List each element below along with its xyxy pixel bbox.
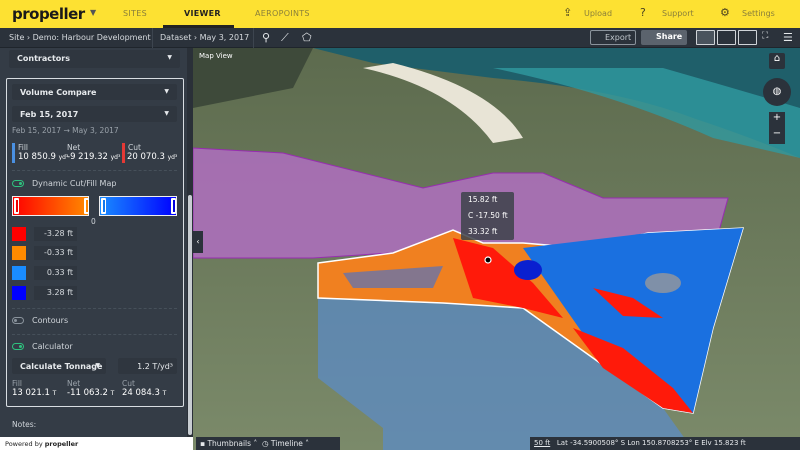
tab-viewer[interactable]: VIEWER [184,9,221,18]
zoom-in-button[interactable]: + [769,112,785,128]
compare-view-button[interactable] [738,30,757,45]
legend-swatch[interactable] [12,227,26,241]
timeline-button[interactable]: ◷ Timeline ˄ [262,439,309,448]
calc-mode-dropdown[interactable]: Calculate Tonnage ▼ [12,358,106,374]
cut-tonnage: 24 084.3 T [122,388,167,398]
fullscreen-icon[interactable]: ⛶ [762,31,768,41]
upload-button[interactable]: Upload [584,9,612,18]
tab-aeropoints[interactable]: AEROPOINTS [255,9,310,18]
settings-button[interactable]: Settings [742,9,775,18]
pin-icon[interactable]: ⚲ [262,31,270,44]
gear-icon[interactable]: ⚙ [720,7,732,19]
fill-tonnage: 13 021.1 T [12,388,57,398]
tab-sites[interactable]: SITES [123,9,147,18]
elevation-tooltip: 15.82 ft C -17.50 ft 33.32 ft [461,192,514,240]
date-range: Feb 15, 2017 → May 3, 2017 [12,126,119,135]
slider-handle[interactable] [84,198,89,214]
cursor-marker [484,256,492,264]
powered-by: Powered by propeller [0,437,193,450]
share-button[interactable]: Share [641,30,687,45]
zoom-out-button[interactable]: − [769,128,785,144]
breadcrumb-site[interactable]: Site › Demo: Harbour Development [9,33,151,42]
help-icon[interactable]: ? [640,7,652,19]
density-input[interactable]: 1.2 T/yd³ [118,358,177,374]
context-bar: Site › Demo: Harbour Development Dataset… [0,28,800,48]
cut-gradient-slider[interactable] [12,196,89,216]
fill-volume: 10 850.9 yd³ [18,152,69,162]
cutfill-toggle[interactable] [12,180,24,187]
slider-handle[interactable] [171,198,176,214]
legend-value[interactable]: 0.33 ft [34,266,77,280]
scrollbar-thumb[interactable] [188,195,192,435]
net-volume: -9 219.32 yd³ [67,152,121,162]
slider-handle[interactable] [101,198,106,214]
date-dropdown[interactable]: Feb 15, 2017 ▼ [12,106,177,122]
mode-dropdown[interactable]: Volume Compare ▼ [12,84,177,100]
map-view[interactable]: Map View ‹ 15.82 ft C -17.50 ft 33.32 ft ⌂… [193,48,800,450]
coordinates-bar: 50 ft Lat -34.5900508° S Lon 150.8708253… [530,437,800,450]
legend-swatch[interactable] [12,246,26,260]
bottom-toolbar: ▪ Thumbnails ˄ ◷ Timeline ˄ [196,437,340,450]
contours-toggle[interactable] [12,317,24,324]
propeller-logo[interactable]: propeller [12,5,85,23]
breadcrumb-dataset[interactable]: Dataset › May 3, 2017 [160,33,249,42]
elevation: Elv 15.823 ft [701,439,746,447]
fill-gradient-slider[interactable] [99,196,177,216]
cut-volume: 20 070.3 yd³ [127,152,178,162]
latitude: Lat -34.5900508° S [556,439,626,447]
scale-bar: 50 ft [534,439,551,447]
legend-swatch[interactable] [12,286,26,300]
top-nav: propeller ▼ SITES VIEWER AEROPOINTS ⇪ Up… [0,0,800,28]
net-tonnage: -11 063.2 T [67,388,115,398]
chevron-down-icon[interactable]: ▼ [90,8,96,17]
calculator-toggle[interactable] [12,343,24,350]
upload-icon[interactable]: ⇪ [563,7,575,19]
contractors-dropdown[interactable]: Contractors ▼ [9,50,180,68]
legend-value[interactable]: -3.28 ft [34,227,77,241]
sliders-icon[interactable]: ☰ [783,31,793,44]
slider-handle[interactable] [14,198,19,214]
split-view-button[interactable] [717,30,736,45]
thumbnails-button[interactable]: ▪ Thumbnails ˄ [200,439,257,448]
map-imagery[interactable] [193,48,800,450]
polygon-icon[interactable]: ⬠ [302,31,312,44]
polyline-icon[interactable]: ⟋ [281,31,289,45]
legend-value[interactable]: -0.33 ft [34,246,77,260]
legend-value[interactable]: 3.28 ft [34,286,77,300]
collapse-sidebar-button[interactable]: ‹ [193,231,203,253]
globe-icon[interactable]: ◍ [763,78,791,106]
map-view-label: Map View [199,52,233,60]
sidebar-view-button[interactable] [696,30,715,45]
home-button[interactable]: ⌂ [769,53,785,69]
longitude: Lon 150.8708253° E [627,439,699,447]
legend-swatch[interactable] [12,266,26,280]
support-button[interactable]: Support [662,9,694,18]
export-button[interactable]: Export [590,30,636,45]
notes-label: Notes: [12,420,37,429]
